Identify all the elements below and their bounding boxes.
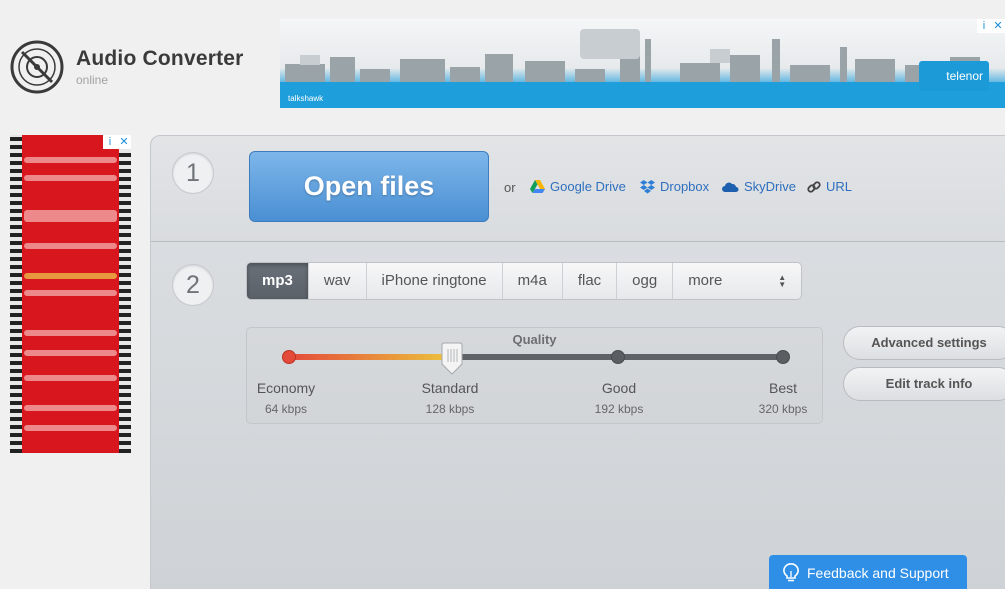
- edit-track-info-button[interactable]: Edit track info: [843, 367, 1005, 401]
- tab-m4a[interactable]: m4a: [503, 263, 563, 299]
- ad-blur-line: [24, 290, 117, 296]
- ad-brand-right: telenor: [919, 61, 989, 91]
- step-open-files: 1 Open files or Google Drive Dropbox Sky…: [151, 136, 1005, 242]
- step-number: 1: [172, 152, 214, 194]
- level-name: Best: [768, 380, 797, 396]
- ad-blur-line: [24, 210, 117, 222]
- quality-level-standard[interactable]: Standard 128 kbps: [410, 380, 490, 416]
- advanced-settings-button[interactable]: Advanced settings: [843, 326, 1005, 360]
- tab-wav[interactable]: wav: [309, 263, 367, 299]
- side-banner-ad[interactable]: i ✕: [10, 135, 131, 453]
- ad-close-icon[interactable]: ✕: [991, 19, 1005, 33]
- format-tabs: mp3 wav iPhone ringtone m4a flac ogg mor…: [246, 262, 803, 300]
- quality-slider-handle[interactable]: [440, 342, 464, 376]
- level-rate: 64 kbps: [264, 402, 308, 416]
- quality-level-good[interactable]: Good 192 kbps: [579, 380, 659, 416]
- ad-blur-line: [24, 375, 117, 381]
- tab-more-dropdown[interactable]: more ▲ ▼: [673, 263, 801, 299]
- top-banner-ad[interactable]: talkshawk telenor i ✕: [280, 19, 1005, 108]
- link-icon: [807, 180, 821, 193]
- tab-flac[interactable]: flac: [563, 263, 618, 299]
- or-label: or: [504, 180, 516, 195]
- url-link[interactable]: URL: [807, 179, 852, 194]
- level-name: Good: [601, 380, 637, 396]
- app-logo[interactable]: Audio Converter online: [10, 40, 244, 94]
- ad-blur-line: [24, 425, 117, 431]
- source-label: URL: [826, 179, 853, 194]
- open-files-button[interactable]: Open files: [249, 151, 489, 222]
- tab-iphone-ringtone[interactable]: iPhone ringtone: [367, 263, 503, 299]
- quality-title: Quality: [512, 332, 557, 347]
- level-rate: 192 kbps: [594, 402, 644, 416]
- ad-blur-line: [24, 243, 117, 249]
- skydrive-link[interactable]: SkyDrive: [722, 179, 796, 194]
- tab-mp3[interactable]: mp3: [247, 263, 309, 299]
- quality-stop-economy[interactable]: [282, 350, 296, 364]
- ad-blur-line: [24, 175, 117, 181]
- quality-level-best[interactable]: Best 320 kbps: [743, 380, 823, 416]
- source-label: SkyDrive: [744, 179, 797, 194]
- ad-info-icon[interactable]: i: [977, 19, 991, 33]
- google-drive-link[interactable]: Google Drive: [530, 179, 626, 194]
- quality-track[interactable]: [282, 342, 790, 375]
- level-name: Standard: [421, 380, 479, 396]
- ad-skyline-image: [285, 29, 980, 89]
- ad-blur-line: [24, 273, 117, 279]
- ad-brand-left: talkshawk: [288, 94, 324, 103]
- lightbulb-icon: [783, 563, 799, 582]
- ad-blur-line: [24, 350, 117, 356]
- source-label: Google Drive: [550, 179, 626, 194]
- ad-blur-line: [24, 330, 117, 336]
- feedback-support-button[interactable]: Feedback and Support: [769, 555, 967, 589]
- level-rate: 128 kbps: [425, 402, 475, 416]
- quality-level-economy[interactable]: Economy 64 kbps: [246, 380, 326, 416]
- google-drive-icon: [530, 180, 545, 193]
- updown-arrows-icon: ▲ ▼: [778, 273, 787, 289]
- ad-band: [280, 82, 1005, 108]
- more-label: more: [688, 272, 723, 289]
- level-rate: 320 kbps: [758, 402, 808, 416]
- quality-track-fill: [289, 354, 451, 360]
- tab-ogg[interactable]: ogg: [617, 263, 674, 299]
- feedback-label: Feedback and Support: [807, 565, 949, 581]
- skydrive-icon: [722, 182, 739, 192]
- app-subtitle: online: [76, 73, 109, 87]
- source-label: Dropbox: [660, 179, 710, 194]
- disc-icon: [10, 40, 64, 94]
- ad-blur-line: [24, 157, 117, 163]
- dropbox-link[interactable]: Dropbox: [640, 179, 709, 194]
- app-title: Audio Converter: [76, 47, 244, 70]
- converter-panel: 1 Open files or Google Drive Dropbox Sky…: [150, 135, 1005, 589]
- ad-blur-line: [24, 405, 117, 411]
- level-name: Economy: [256, 380, 316, 396]
- quality-slider-box: Quality Economy 64 kbps Standard 128 kbp…: [246, 327, 823, 424]
- dropbox-icon: [640, 179, 655, 193]
- quality-stop-good[interactable]: [611, 350, 625, 364]
- step-number: 2: [172, 264, 214, 306]
- ad-info-icon[interactable]: i: [103, 135, 117, 149]
- quality-stop-best[interactable]: [776, 350, 790, 364]
- ad-close-icon[interactable]: ✕: [117, 135, 131, 149]
